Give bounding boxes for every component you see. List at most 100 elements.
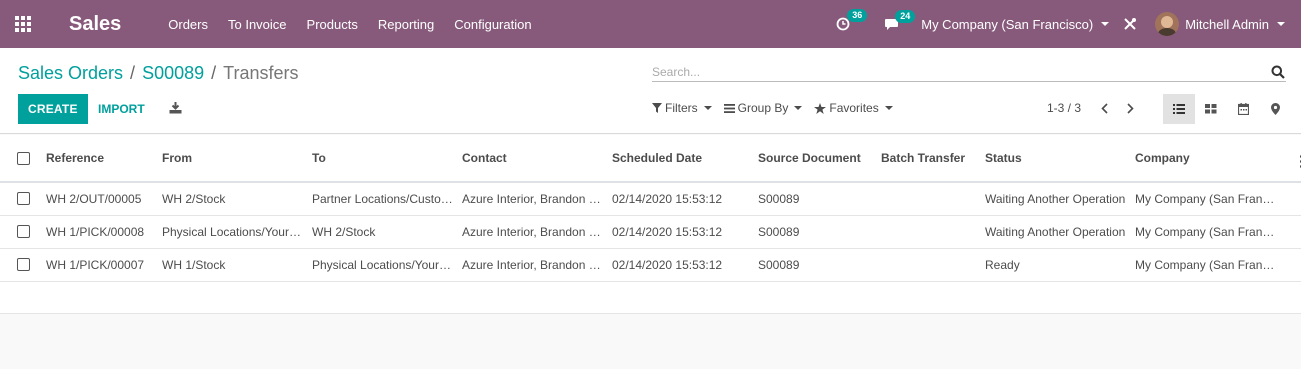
menu-reporting[interactable]: Reporting (368, 17, 444, 32)
transfers-table: Reference From To Contact Scheduled Date… (0, 135, 1301, 282)
chevron-down-icon (884, 106, 893, 110)
cell-status: Waiting Another Operation (981, 215, 1131, 249)
kanban-view-icon[interactable] (1195, 94, 1227, 124)
cell-scheduled-date: 02/14/2020 15:53:12 (608, 182, 754, 216)
column-header-company[interactable]: Company (1131, 135, 1281, 183)
avatar (1155, 12, 1180, 36)
column-header-batch-transfer[interactable]: Batch Transfer (877, 135, 981, 183)
activity-count-badge: 36 (847, 9, 868, 22)
group-by-dropdown[interactable]: Group By (723, 101, 803, 115)
download-icon[interactable] (169, 102, 182, 117)
favorites-dropdown[interactable]: Favorites (814, 101, 893, 115)
cell-from: Physical Locations/YourCompany (158, 215, 308, 249)
cell-reference: WH 2/OUT/00005 (42, 182, 158, 216)
control-panel: Sales Orders / S00089 / Transfers CREATE… (0, 48, 1301, 134)
user-menu[interactable]: Mitchell Admin (1155, 12, 1285, 36)
chevron-down-icon (1277, 22, 1285, 26)
row-select-cell (0, 248, 42, 282)
messages-count-badge: 24 (895, 9, 916, 23)
cell-reference: WH 1/PICK/00008 (42, 215, 158, 249)
search-input[interactable] (652, 64, 1270, 79)
cell-spacer (1281, 182, 1301, 216)
select-all-cell (0, 135, 42, 183)
cell-contact: Azure Interior, Brandon Freeman (458, 248, 608, 282)
menu-configuration[interactable]: Configuration (444, 17, 541, 32)
column-header-reference[interactable]: Reference (42, 135, 158, 183)
cell-contact: Azure Interior, Brandon Freeman (458, 215, 608, 249)
column-header-contact[interactable]: Contact (458, 135, 608, 183)
app-name[interactable]: Sales (69, 13, 121, 36)
top-navbar: Sales Orders To Invoice Products Reporti… (0, 0, 1301, 48)
menu-orders[interactable]: Orders (158, 17, 218, 32)
debug-tools-icon[interactable] (1123, 17, 1137, 31)
breadcrumb-current: Transfers (223, 63, 299, 83)
menu-to-invoice[interactable]: To Invoice (218, 17, 297, 32)
chevron-down-icon (703, 106, 712, 110)
group-by-label: Group By (737, 101, 789, 115)
cell-contact: Azure Interior, Brandon Freeman (458, 182, 608, 216)
list-view: Reference From To Contact Scheduled Date… (0, 135, 1301, 313)
search-bar (652, 62, 1286, 82)
chevron-down-icon (1101, 22, 1110, 26)
table-header-row: Reference From To Contact Scheduled Date… (0, 135, 1301, 183)
cell-source-document: S00089 (754, 215, 877, 249)
row-checkbox[interactable] (17, 258, 30, 271)
search-options: Filters Group By Favorites (652, 101, 905, 115)
cell-scheduled-date: 02/14/2020 15:53:12 (608, 248, 754, 282)
cell-spacer (1281, 248, 1301, 282)
filter-icon (652, 103, 662, 113)
breadcrumb-order[interactable]: S00089 (142, 63, 204, 84)
user-name: Mitchell Admin (1185, 16, 1269, 32)
cell-company: My Company (San Francisco) (1131, 248, 1281, 282)
cell-status: Waiting Another Operation (981, 182, 1131, 216)
search-icon[interactable] (1270, 64, 1286, 80)
apps-menu-icon[interactable] (0, 0, 46, 48)
create-button[interactable]: CREATE (18, 94, 88, 124)
cell-company: My Company (San Francisco) (1131, 182, 1281, 216)
cell-batch-transfer (877, 182, 981, 216)
favorites-label: Favorites (829, 101, 879, 115)
chevron-right-icon[interactable] (1119, 102, 1141, 114)
group-by-icon (723, 103, 735, 113)
company-switcher[interactable]: My Company (San Francisco) (921, 16, 1110, 32)
company-name: My Company (San Francisco) (921, 16, 1094, 32)
column-header-from[interactable]: From (158, 135, 308, 183)
chevron-left-icon[interactable] (1093, 102, 1115, 114)
map-pin-icon[interactable] (1259, 94, 1291, 124)
cell-source-document: S00089 (754, 248, 877, 282)
select-all-checkbox[interactable] (17, 151, 30, 165)
cell-company: My Company (San Francisco) (1131, 215, 1281, 249)
list-view-icon[interactable] (1163, 94, 1195, 124)
row-checkbox[interactable] (17, 225, 30, 238)
calendar-view-icon[interactable] (1227, 94, 1259, 124)
cell-to: Partner Locations/Customers (308, 182, 458, 216)
pager-value[interactable]: 1-3 / 3 (1047, 101, 1081, 115)
row-select-cell (0, 182, 42, 216)
row-select-cell (0, 215, 42, 249)
chevron-down-icon (794, 106, 803, 110)
systray: 36 24 My Company (San Francisco) Mitchel… (836, 0, 1301, 48)
row-checkbox[interactable] (17, 192, 30, 206)
table-row[interactable]: WH 1/PICK/00008 Physical Locations/YourC… (0, 215, 1301, 249)
optional-columns-toggle[interactable] (1281, 135, 1301, 183)
table-row[interactable]: WH 1/PICK/00007 WH 1/Stock Physical Loca… (0, 248, 1301, 282)
breadcrumb-sales-orders[interactable]: Sales Orders (18, 63, 123, 84)
table-row[interactable]: WH 2/OUT/00005 WH 2/Stock Partner Locati… (0, 182, 1301, 216)
column-header-to[interactable]: To (308, 135, 458, 183)
pager: 1-3 / 3 (1047, 101, 1141, 115)
filters-label: Filters (665, 101, 698, 115)
column-header-source-document[interactable]: Source Document (754, 135, 877, 183)
cell-from: WH 1/Stock (158, 248, 308, 282)
cell-to: WH 2/Stock (308, 215, 458, 249)
column-header-scheduled-date[interactable]: Scheduled Date (608, 135, 754, 183)
import-button[interactable]: IMPORT (98, 94, 145, 124)
cell-reference: WH 1/PICK/00007 (42, 248, 158, 282)
activity-button[interactable]: 36 (836, 9, 868, 31)
cell-from: WH 2/Stock (158, 182, 308, 216)
menu-products[interactable]: Products (297, 17, 368, 32)
filters-dropdown[interactable]: Filters (652, 101, 712, 115)
cell-spacer (1281, 215, 1301, 249)
messages-button[interactable]: 24 (884, 9, 916, 31)
view-switcher (1163, 94, 1291, 124)
column-header-status[interactable]: Status (981, 135, 1131, 183)
